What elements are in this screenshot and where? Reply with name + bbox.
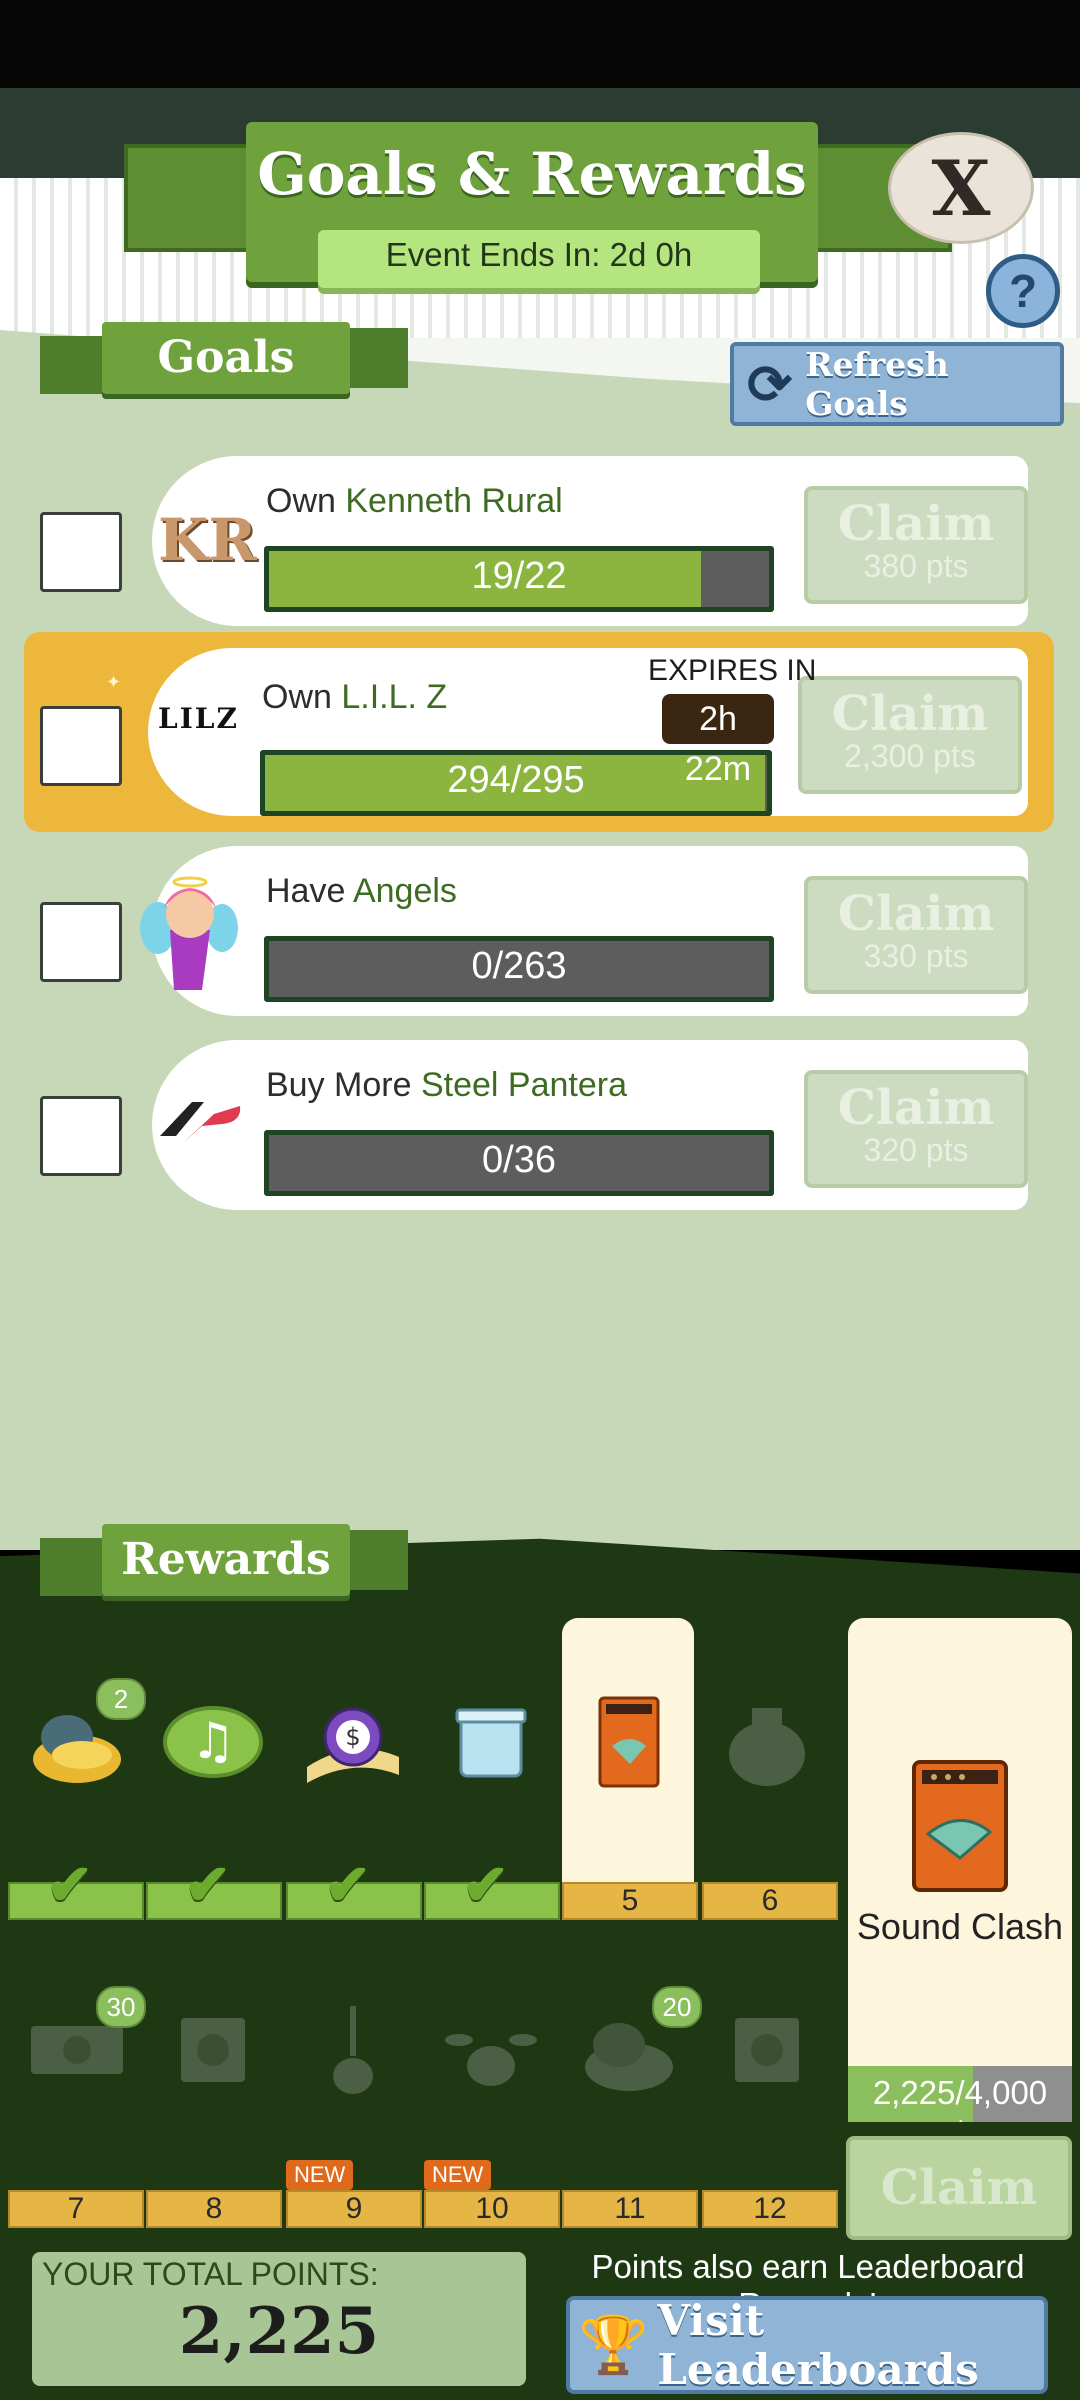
amp-icon <box>574 1692 684 1792</box>
goal-1-progress-bar: 19/22 <box>264 546 774 612</box>
status-bar <box>0 0 1080 88</box>
goals-banner-tail-right <box>346 328 408 388</box>
angel-character-icon <box>140 870 240 992</box>
goal-3-progress-bar: 0/263 <box>264 936 774 1002</box>
grand-prize-claim-button[interactable]: Claim <box>846 2136 1072 2240</box>
reward-slot-6: 6 <box>702 1882 838 1920</box>
goal-1-label: Own Kenneth Rural <box>266 482 563 520</box>
goal-4-claim-button[interactable]: Claim 320 pts <box>804 1070 1028 1188</box>
visit-leaderboards-label: Visit Leaderboards <box>657 2296 979 2394</box>
goal-4-label: Buy More Steel Pantera <box>266 1066 627 1104</box>
checkmark-icon: ✔ <box>462 1853 509 1916</box>
goal-row-4: Buy More Steel Pantera 0/36 Claim 320 pts <box>152 1040 1028 1210</box>
goal-4-progress-bar: 0/36 <box>264 1130 774 1196</box>
svg-text:♫: ♫ <box>191 1712 236 1770</box>
checkmark-icon: ✔ <box>184 1853 231 1916</box>
grand-prize-progress-text: 2,225/4,000 pts <box>872 2074 1048 2122</box>
reward-11-count-badge: 20 <box>652 1986 702 2028</box>
goal-4-progress-text: 0/36 <box>482 1139 556 1181</box>
new-badge: NEW <box>424 2160 492 2190</box>
event-timer-text: Event Ends In: 2d 0h <box>385 236 693 273</box>
grand-prize-progress: 2,225/4,000 pts <box>848 2066 1072 2122</box>
reward-slot-10: 10 <box>424 2190 560 2228</box>
reward-slot-11: 11 <box>562 2190 698 2228</box>
goal-1-progress-text: 19/22 <box>471 555 567 597</box>
drum-kit-icon <box>436 2000 546 2100</box>
checkmark-icon: ✔ <box>324 1853 371 1916</box>
svg-text:$: $ <box>345 1723 360 1751</box>
lil-z-logo-icon: LILZ <box>158 702 239 735</box>
stopwatch-boost-icon: $ <box>298 1692 408 1792</box>
refresh-icon: ⟳ <box>746 354 793 415</box>
music-note-icon: ♫ <box>158 1692 268 1792</box>
reward-slot-5: 5 <box>562 1882 698 1920</box>
visit-leaderboards-button[interactable]: 🏆 Visit Leaderboards <box>566 2296 1048 2394</box>
goal-2-claim-button[interactable]: Claim 2,300 pts <box>798 676 1022 794</box>
trophy-icon: 🏆 <box>578 2313 649 2376</box>
close-icon: X <box>931 143 991 233</box>
guitar-icon <box>298 2000 408 2100</box>
refresh-goals-button[interactable]: ⟳ Refresh Goals <box>730 342 1064 426</box>
goal-1-checkbox[interactable] <box>40 512 122 592</box>
help-icon: ? <box>1008 265 1038 317</box>
reward-slot-7: 7 <box>8 2190 144 2228</box>
close-button[interactable]: X <box>888 132 1034 244</box>
total-points-label: YOUR TOTAL POINTS: <box>42 2256 379 2292</box>
reward-slot-8: 8 <box>146 2190 282 2228</box>
amp-crate-icon <box>712 2000 822 2100</box>
reward-slot-12: 12 <box>702 2190 838 2228</box>
page-title: Goals & Rewards <box>257 140 807 208</box>
checkmark-icon: ✔ <box>46 1853 93 1916</box>
ice-cube-icon <box>436 1692 546 1792</box>
kenneth-rural-logo-icon: KR <box>158 506 257 574</box>
money-bag-icon <box>712 1692 822 1792</box>
sparkle-icon: ✦ <box>106 672 122 692</box>
steel-pantera-logo-icon <box>152 1092 244 1156</box>
goal-2-checkbox[interactable] <box>40 706 122 786</box>
goal-row-3: Have Angels 0/263 Claim 330 pts <box>140 846 1028 1016</box>
goal-2-label: Own L.I.L. Z <box>262 678 448 716</box>
goal-3-checkbox[interactable] <box>40 902 122 982</box>
goal-row-2: LILZ Own L.I.L. Z 294/295 Claim 2,300 pts <box>148 648 1028 816</box>
rewards-banner-tail-right <box>346 1530 408 1590</box>
sound-clash-amp-icon <box>900 1756 1020 1896</box>
rewards-section-title: Rewards <box>102 1524 350 1596</box>
reward-slot-9: 9 <box>286 2190 422 2228</box>
reward-1-count-badge: 2 <box>96 1678 146 1720</box>
goal-4-checkbox[interactable] <box>40 1096 122 1176</box>
grand-prize-name: Sound Clash <box>856 1906 1064 1947</box>
goal-row-1: KR Own Kenneth Rural 19/22 Claim 380 pts <box>152 456 1028 626</box>
goal-3-label: Have Angels <box>266 872 457 910</box>
goal-3-progress-text: 0/263 <box>471 945 567 987</box>
expires-label: EXPIRES IN <box>648 654 817 687</box>
expires-badge: 2h 22m <box>662 694 774 788</box>
goal-3-claim-button[interactable]: Claim 330 pts <box>804 876 1028 994</box>
goals-section-title: Goals <box>102 322 350 394</box>
refresh-goals-label: Refresh Goals <box>805 345 949 423</box>
goal-1-claim-button[interactable]: Claim 380 pts <box>804 486 1028 604</box>
new-badge: NEW <box>286 2160 354 2190</box>
total-points-value: 2,225 <box>178 2294 380 2369</box>
amp-crate-icon <box>158 2000 268 2100</box>
help-button[interactable]: ? <box>986 254 1060 328</box>
reward-7-count-badge: 30 <box>96 1986 146 2028</box>
